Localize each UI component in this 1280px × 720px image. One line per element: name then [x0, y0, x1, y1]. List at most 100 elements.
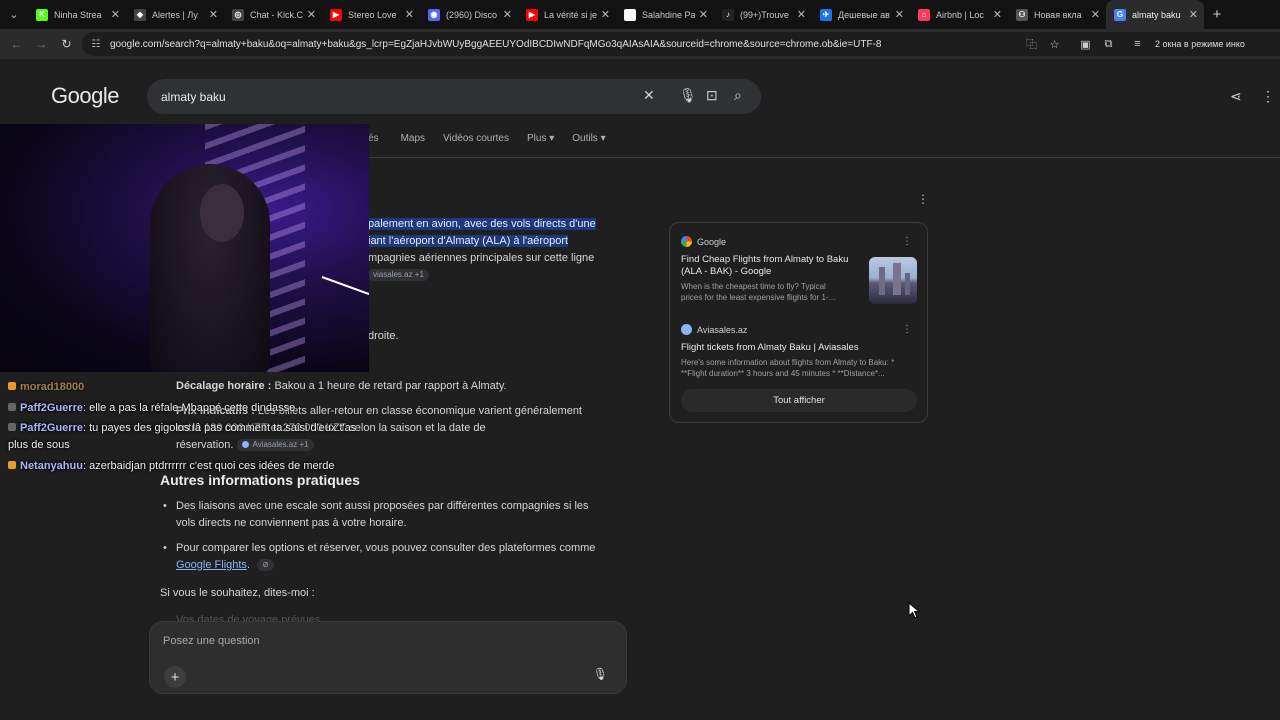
more-options-icon[interactable]: ⋮	[917, 192, 929, 206]
browser-tab[interactable]: ⚇ Новая вкла ✕	[1008, 0, 1106, 29]
tab-close-icon[interactable]: ✕	[699, 8, 708, 21]
ask-input[interactable]: Posez une question	[163, 635, 260, 647]
source-aviasales[interactable]: Aviasales.az	[681, 324, 747, 335]
address-bar[interactable]: ☷ google.com/search?q=almaty+baku&oq=alm…	[82, 32, 1280, 56]
source-google[interactable]: Google	[681, 236, 726, 247]
answer-intro: palement en avion, avec des vols directs…	[368, 216, 608, 284]
tab-title: Новая вкла	[1034, 9, 1082, 20]
result-1-snippet-line-1: When is the cheapest time to fly? Typica…	[681, 282, 826, 291]
source-chip-1[interactable]: viasales.az +1	[368, 269, 429, 282]
tab-close-icon[interactable]: ✕	[895, 8, 904, 21]
tab-search-icon[interactable]: ⌄	[0, 0, 28, 29]
browser-tab[interactable]: ▣ Salahdine Pa ✕	[616, 0, 714, 29]
ask-box[interactable]: Posez une question + 🎙	[149, 621, 627, 694]
result-1-thumbnail[interactable]	[869, 257, 917, 304]
browser-toolbar: ← → ↻ ☷ google.com/search?q=almaty+baku&…	[0, 29, 1280, 59]
back-button[interactable]: ←	[4, 29, 29, 59]
source-1-menu-icon[interactable]: ⋮	[902, 236, 912, 247]
search-tabs: és Maps Vidéos courtes Plus ▾ Outils ▾	[368, 133, 606, 144]
bookmark-star-icon[interactable]: ☆	[1043, 38, 1066, 51]
tab-close-icon[interactable]: ✕	[111, 8, 120, 21]
chat-badge-icon	[8, 461, 16, 469]
tab-close-icon[interactable]: ✕	[1189, 8, 1198, 21]
browser-tab[interactable]: ▶ La vérité si je ✕	[518, 0, 616, 29]
browser-tab[interactable]: ♪ (99+)Trouve ✕	[714, 0, 812, 29]
result-1-snippet: When is the cheapest time to fly? Typica…	[681, 281, 835, 303]
result-1-title-line-2: (ALA - BAK) - Google	[681, 266, 772, 277]
browser-tab[interactable]: ▶ Stereo Love ✕	[322, 0, 420, 29]
microphone-icon[interactable]: 🎙	[679, 87, 697, 104]
tab-favicon-icon: ✈	[820, 8, 832, 21]
show-all-button[interactable]: Tout afficher	[681, 389, 917, 412]
tab-close-icon[interactable]: ✕	[307, 8, 316, 21]
list-item: Pour comparer les options et réserver, v…	[160, 540, 610, 574]
webcam-face	[200, 184, 244, 242]
add-attachment-button[interactable]: +	[164, 666, 186, 688]
incognito-indicator[interactable]: 2 окна в режиме инко	[1155, 39, 1245, 49]
apps-grid-icon[interactable]: ⋮⋮⋮	[1261, 88, 1280, 105]
tab-maps[interactable]: Maps	[401, 133, 425, 144]
bullet-1-text: Des liaisons avec une escale sont aussi …	[176, 500, 589, 529]
tab-close-icon[interactable]: ✕	[601, 8, 610, 21]
tab-tools[interactable]: Outils ▾	[572, 133, 605, 144]
extension-icon[interactable]: ▣	[1074, 38, 1097, 51]
chat-badge-icon	[8, 382, 16, 390]
tab-more[interactable]: Plus ▾	[527, 133, 554, 144]
search-query[interactable]: almaty baku	[161, 90, 226, 104]
chat-username: Paff2Guerre	[20, 402, 83, 414]
tab-list: K Ninha Strea ✕ ◆ Alertes | Лу ✕ ◎ Chat - Kick.…	[28, 0, 1204, 29]
translate-icon[interactable]: ⿻	[1020, 36, 1043, 52]
browser-tab[interactable]: ◆ Alertes | Лу ✕	[126, 0, 224, 29]
search-box[interactable]: almaty baku ✕ 🎙 ⊡ ⌕	[147, 79, 761, 114]
tab-title: Salahdine Pa	[642, 9, 695, 20]
chat-message: Netanyahuu: azerbaidjan ptdrrrrrr c'est …	[8, 458, 368, 475]
share-icon[interactable]: ⋖	[1230, 88, 1242, 105]
tab-title: almaty baku	[1132, 9, 1181, 20]
result-1-title[interactable]: Find Cheap Flights from Almaty to Baku (…	[681, 254, 848, 278]
tab-title: Airbnb | Loc	[936, 9, 984, 20]
source-2-menu-icon[interactable]: ⋮	[902, 324, 912, 335]
browser-tab[interactable]: ◎ Chat - Kick.C ✕	[224, 0, 322, 29]
browser-tab[interactable]: ✈ Дешевые ав ✕	[812, 0, 910, 29]
url-text[interactable]: google.com/search?q=almaty+baku&oq=almat…	[110, 39, 1020, 50]
browser-tab[interactable]: ◉ (2960) Disco ✕	[420, 0, 518, 29]
bullet-2-text: Pour comparer les options et réserver, v…	[176, 542, 596, 554]
tab-favicon-icon: ◆	[134, 8, 146, 21]
browser-tab[interactable]: Galmaty baku ✕	[1106, 0, 1204, 29]
chat-text: elle a pas la réfale Mbappé cette dindas…	[89, 402, 296, 414]
result-1-title-line-1: Find Cheap Flights from Almaty to Baku	[681, 254, 849, 265]
link-icon[interactable]: ⊘	[257, 559, 274, 572]
microphone-icon[interactable]: 🎙	[593, 667, 608, 681]
streamer-webcam	[0, 124, 369, 372]
forward-button[interactable]: →	[29, 29, 54, 59]
tab-close-icon[interactable]: ✕	[405, 8, 414, 21]
chat-message: Paff2Guerre: tu payes des gigolos lâ pas…	[8, 422, 357, 451]
clear-icon[interactable]: ✕	[643, 87, 655, 104]
tab-title: Дешевые ав	[838, 9, 890, 20]
answer-droite: droite.	[368, 330, 399, 342]
google-logo[interactable]: Google	[51, 83, 119, 109]
tab-close-icon[interactable]: ✕	[503, 8, 512, 21]
reading-list-icon[interactable]: ≡	[1126, 38, 1149, 50]
result-2-title[interactable]: Flight tickets from Almaty Baku | Aviasa…	[681, 342, 859, 354]
google-flights-link[interactable]: Google Flights	[176, 559, 247, 571]
tab-short-videos[interactable]: Vidéos courtes	[443, 133, 509, 144]
tab-close-icon[interactable]: ✕	[993, 8, 1002, 21]
tab-close-icon[interactable]: ✕	[797, 8, 806, 21]
tab-favicon-icon: ♪	[722, 8, 734, 21]
chat-message: Paff2Guerre: elle a pas la réfale Mbappé…	[8, 400, 368, 417]
chat-username: Netanyahuu	[20, 460, 83, 472]
reload-button[interactable]: ↻	[54, 29, 79, 59]
search-icon[interactable]: ⌕	[734, 87, 742, 104]
tab-close-icon[interactable]: ✕	[1091, 8, 1100, 21]
result-2-snippet: Here's some information about flights fr…	[681, 357, 894, 379]
tab-close-icon[interactable]: ✕	[209, 8, 218, 21]
lens-icon[interactable]: ⊡	[706, 87, 718, 104]
browser-tab[interactable]: K Ninha Strea ✕	[28, 0, 126, 29]
extensions-puzzle-icon[interactable]: ⧉	[1097, 38, 1120, 51]
tab-images[interactable]: és	[368, 133, 379, 144]
browser-tab[interactable]: ⌂ Airbnb | Loc ✕	[910, 0, 1008, 29]
new-tab-button[interactable]: +	[1204, 0, 1230, 29]
site-info-icon[interactable]: ☷	[82, 39, 110, 50]
thumbnail-tower	[879, 267, 885, 295]
